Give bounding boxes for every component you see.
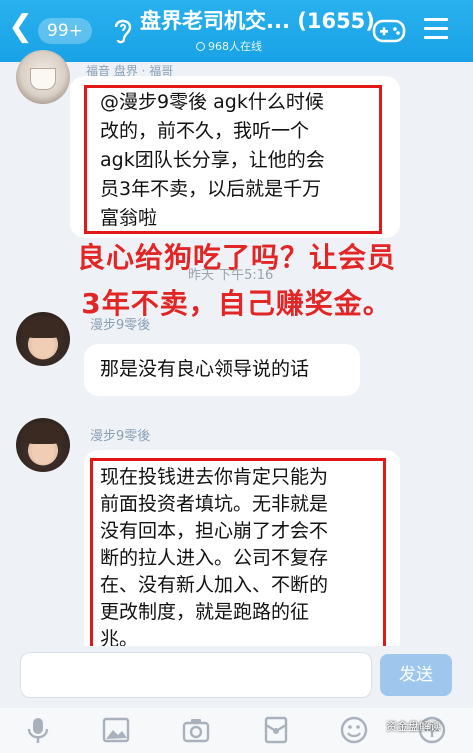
image-icon[interactable]	[102, 716, 130, 744]
overlay-comment-line2: 3年不卖，自己赚奖金。	[81, 287, 392, 320]
ear-icon[interactable]	[112, 15, 134, 45]
avatar[interactable]	[16, 418, 70, 472]
avatar[interactable]	[16, 312, 70, 366]
emoji-icon[interactable]	[340, 716, 368, 744]
back-arrow-icon[interactable]: ❮	[8, 12, 33, 42]
input-bar: 发送	[0, 646, 473, 708]
red-packet-icon[interactable]	[262, 716, 290, 744]
message-input[interactable]	[20, 652, 372, 698]
message-text: @漫步9零後 agk什么时候 改的，前不久，我听一个 agk团队长分享，让他的会…	[100, 91, 325, 229]
sender-name: 漫步9零後	[90, 318, 151, 333]
online-count: 968人在线	[196, 38, 262, 56]
online-count-text: 968人在线	[208, 40, 262, 53]
camera-icon[interactable]	[182, 716, 210, 744]
avatar[interactable]	[16, 50, 70, 104]
message-text: 现在投钱进去你肯定只能为 前面投资者填坑。无非就是 没有回本，担心崩了才会不 断…	[100, 466, 329, 650]
watermark: 资金盘解读	[386, 720, 441, 733]
microphone-icon[interactable]	[24, 716, 52, 744]
sender-name: 漫步9零後	[90, 429, 151, 444]
group-title[interactable]: 盘界老司机交... (1655)	[140, 6, 375, 36]
unread-badge[interactable]: 99+	[38, 18, 92, 44]
online-dot-icon	[196, 42, 205, 51]
send-button[interactable]: 发送	[380, 654, 452, 696]
chat-header: ❮ 99+ 盘界老司机交... (1655) 968人在线	[0, 0, 473, 62]
gamepad-icon[interactable]	[372, 18, 406, 44]
timestamp: 昨天 下午5:16	[188, 268, 274, 283]
menu-icon[interactable]	[424, 18, 448, 40]
message-text: 那是没有良心领导说的话	[100, 358, 310, 380]
